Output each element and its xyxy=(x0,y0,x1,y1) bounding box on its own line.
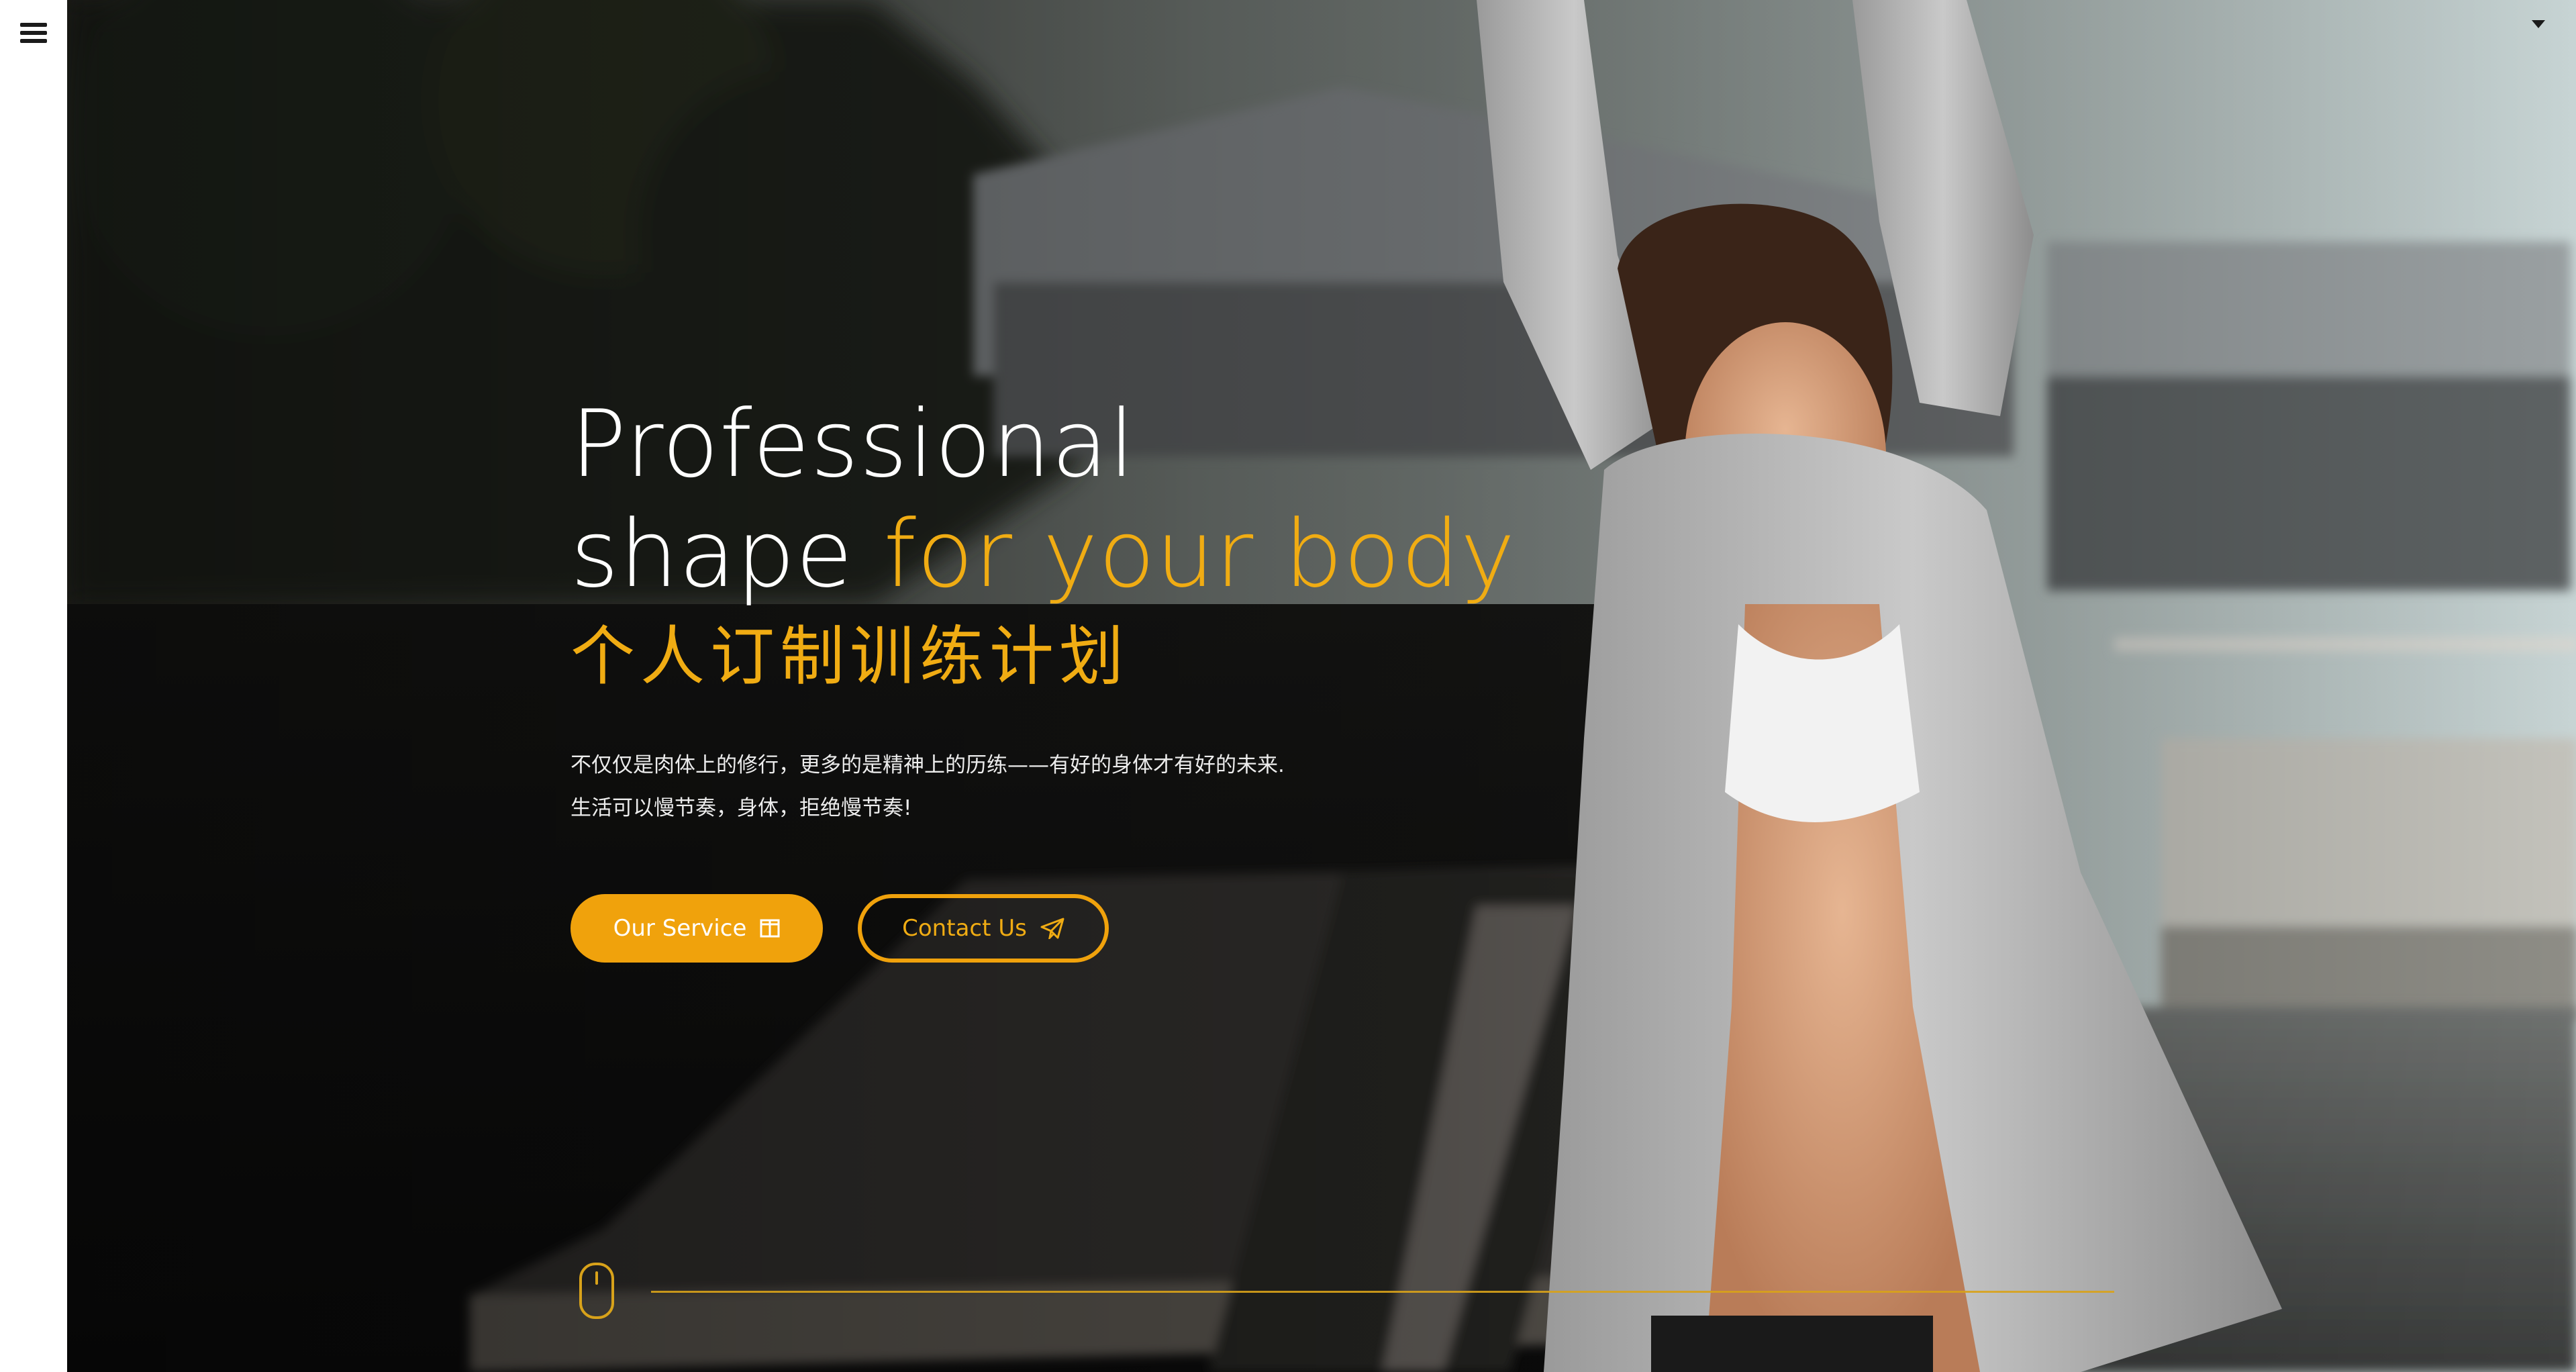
headline-line1: Professional xyxy=(571,390,1136,498)
hero-content: Professional shape for your body 个人订制训练计… xyxy=(571,389,1712,963)
caret-down-icon[interactable] xyxy=(2532,20,2545,28)
headline-line2-accent: for your body xyxy=(883,500,1516,608)
paper-plane-icon xyxy=(1040,918,1064,939)
mouse-scroll-icon[interactable] xyxy=(577,1261,616,1321)
hero-subtitle: 个人订制训练计划 xyxy=(571,619,1129,694)
hero-buttons: Our Service Contact Us xyxy=(571,894,1712,963)
headline-line2-plain: shape xyxy=(571,500,884,608)
contact-us-label: Contact Us xyxy=(902,915,1027,942)
hero-section: Professional shape for your body 个人订制训练计… xyxy=(67,0,2576,1372)
contact-us-button[interactable]: Contact Us xyxy=(858,894,1109,963)
our-service-button[interactable]: Our Service xyxy=(571,894,823,963)
hero-headline: Professional shape for your body xyxy=(571,389,1712,609)
scroll-divider-line xyxy=(651,1291,2114,1293)
description-line1: 不仅仅是肉体上的修行，更多的是精神上的历练——有好的身体才有好的未来. xyxy=(571,753,1285,777)
hero-description: 不仅仅是肉体上的修行，更多的是精神上的历练——有好的身体才有好的未来. 生活可以… xyxy=(571,744,1712,830)
sidebar xyxy=(0,0,67,1372)
description-line2: 生活可以慢节奏，身体，拒绝慢节奏! xyxy=(571,796,912,820)
hamburger-menu-icon[interactable] xyxy=(20,23,47,43)
columns-icon xyxy=(760,918,780,938)
our-service-label: Our Service xyxy=(613,915,747,942)
